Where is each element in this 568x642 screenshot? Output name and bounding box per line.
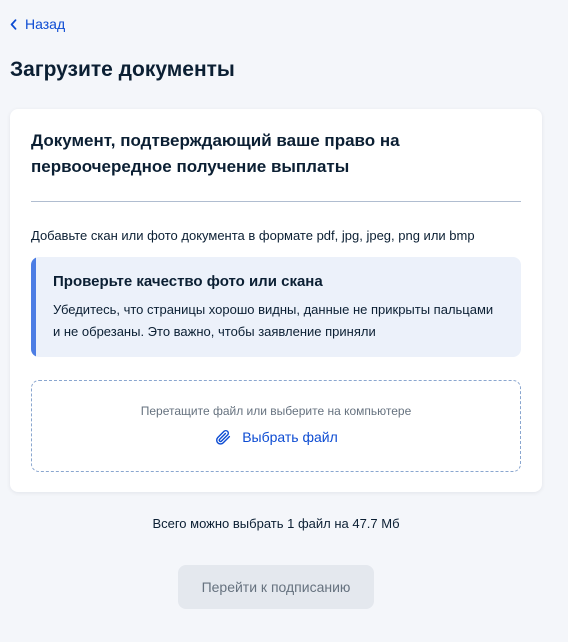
back-label: Назад xyxy=(25,16,66,32)
format-hint: Добавьте скан или фото документа в форма… xyxy=(31,228,475,243)
callout-title: Проверьте качество фото или скана xyxy=(53,273,323,290)
file-limit-text: Всего можно выбрать 1 файл на 47.7 Мб xyxy=(152,516,400,531)
choose-file-label: Выбрать файл xyxy=(242,429,338,445)
divider xyxy=(31,201,521,202)
go-to-signing-button[interactable]: Перейти к подписанию xyxy=(178,565,374,609)
back-link[interactable]: Назад xyxy=(10,16,65,32)
document-title: Документ, подтверждающий ваше право на п… xyxy=(31,131,400,176)
upload-documents-page: Назад Загрузите документы Документ, подт… xyxy=(0,0,568,642)
page-title: Загрузите документы xyxy=(10,58,235,81)
paperclip-icon xyxy=(214,428,232,446)
callout-accent-bar xyxy=(31,257,36,357)
dropzone-hint: Перетащите файл или выберите на компьюте… xyxy=(140,404,412,418)
document-upload-card: Документ, подтверждающий ваше право на п… xyxy=(10,109,542,492)
choose-file-button[interactable]: Выбрать файл xyxy=(32,428,520,446)
chevron-left-icon xyxy=(10,18,17,30)
quality-callout: Проверьте качество фото или скана Убедит… xyxy=(31,257,521,357)
file-dropzone[interactable]: Перетащите файл или выберите на компьюте… xyxy=(31,380,521,472)
callout-text: Убедитесь, что страницы хорошо видны, да… xyxy=(53,302,494,339)
